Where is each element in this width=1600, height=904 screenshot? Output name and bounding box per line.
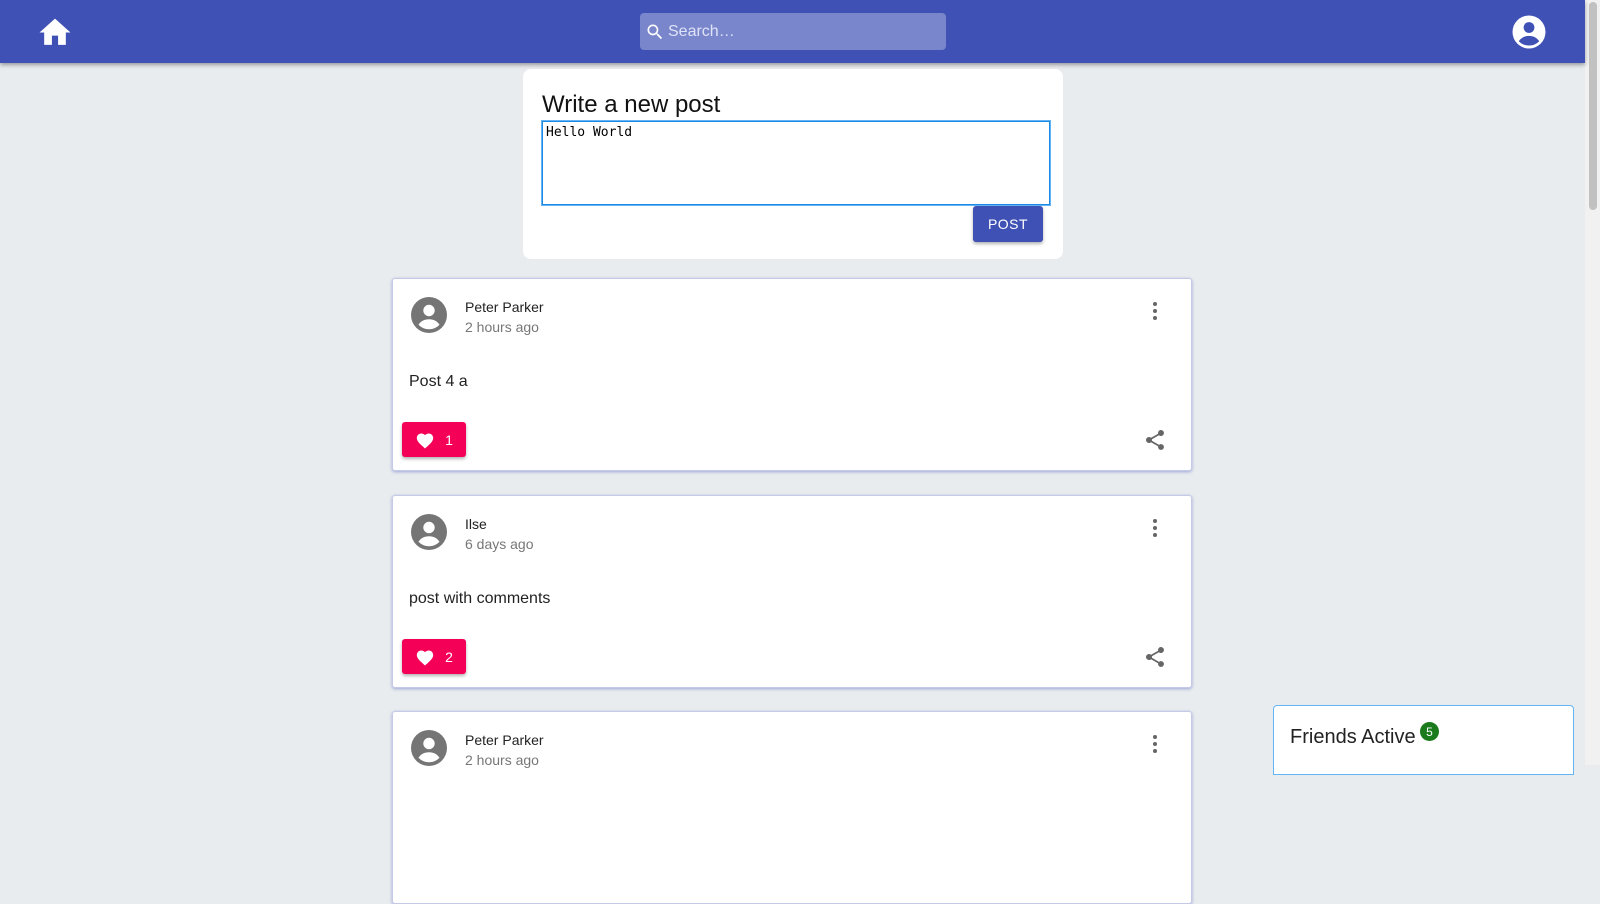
more-vert-icon[interactable] <box>1143 299 1167 323</box>
search-bar[interactable] <box>640 13 946 50</box>
account-circle-icon <box>1512 15 1546 49</box>
more-vert-icon[interactable] <box>1143 516 1167 540</box>
friends-count-badge: 5 <box>1420 722 1439 741</box>
post-card: Peter Parker 2 hours ago Post 4 a 1 <box>392 278 1192 471</box>
share-icon[interactable] <box>1143 645 1167 669</box>
share-icon[interactable] <box>1143 428 1167 452</box>
friends-active-title: Friends Active <box>1290 726 1416 748</box>
search-input[interactable] <box>668 22 938 41</box>
heart-icon <box>416 432 434 448</box>
post-author[interactable]: Ilse <box>465 516 487 532</box>
new-post-textarea[interactable] <box>541 120 1051 206</box>
like-count: 1 <box>445 431 453 448</box>
avatar-icon <box>411 514 447 550</box>
search-icon <box>647 24 663 39</box>
heart-icon <box>416 649 434 665</box>
new-post-card: Write a new post POST <box>523 69 1063 259</box>
home-icon <box>39 18 71 45</box>
post-author[interactable]: Peter Parker <box>465 299 544 315</box>
account-button[interactable] <box>1511 14 1547 50</box>
page-scrollbar[interactable] <box>1585 0 1600 765</box>
post-author[interactable]: Peter Parker <box>465 732 544 748</box>
post-content: post with comments <box>409 590 551 607</box>
like-button[interactable]: 2 <box>402 639 466 674</box>
new-post-title: Write a new post <box>542 91 721 118</box>
app-bar <box>0 0 1585 63</box>
post-time: 2 hours ago <box>465 319 539 335</box>
more-vert-icon[interactable] <box>1143 732 1167 756</box>
post-card: Peter Parker 2 hours ago <box>392 711 1192 904</box>
like-button[interactable]: 1 <box>402 422 466 457</box>
post-button[interactable]: POST <box>973 206 1043 242</box>
home-button[interactable] <box>36 13 74 49</box>
post-content: Post 4 a <box>409 373 468 390</box>
like-count: 2 <box>445 648 453 665</box>
avatar-icon <box>411 730 447 766</box>
scrollbar-thumb[interactable] <box>1589 2 1597 210</box>
post-card: Ilse 6 days ago post with comments 2 <box>392 495 1192 688</box>
avatar-icon <box>411 297 447 333</box>
post-time: 2 hours ago <box>465 752 539 768</box>
post-time: 6 days ago <box>465 536 534 552</box>
